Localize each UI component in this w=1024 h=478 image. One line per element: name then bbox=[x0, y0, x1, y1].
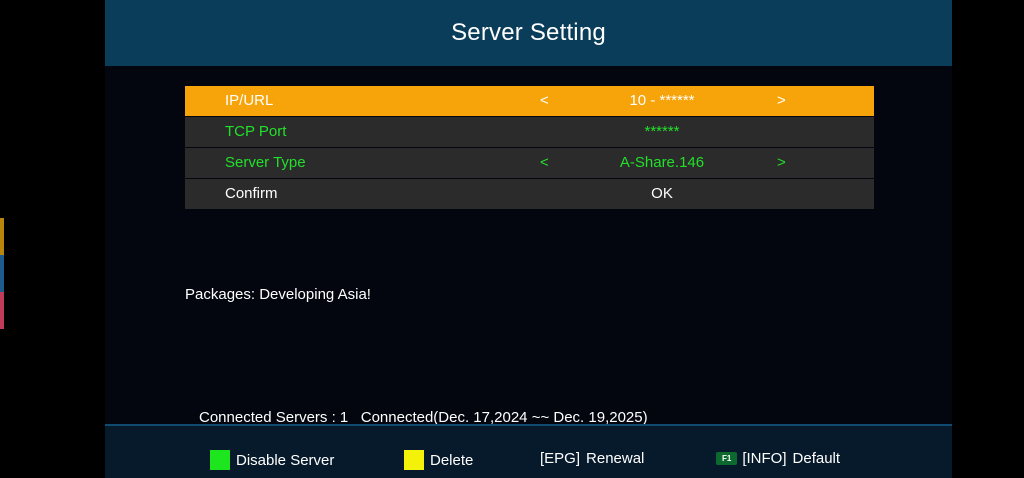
menu-row-tcp-port[interactable]: TCP Port ****** bbox=[185, 117, 874, 147]
header-bar: Server Setting bbox=[105, 0, 952, 66]
ip-url-value[interactable]: 10 - ****** bbox=[572, 92, 752, 109]
packages-text: Packages: Developing Asia! bbox=[185, 286, 371, 303]
server-setting-screen: Server Setting IP/URL < 10 - ****** > TC… bbox=[105, 0, 952, 478]
strip-segment bbox=[0, 292, 4, 329]
page-title: Server Setting bbox=[451, 19, 606, 46]
confirm-label: Confirm bbox=[225, 185, 278, 202]
f1-key-icon: F1 bbox=[716, 452, 738, 465]
disable-server-button[interactable]: Disable Server bbox=[210, 450, 334, 470]
footer-bar: Disable Server Delete [EPG] Renewal F1 [… bbox=[105, 424, 952, 478]
ip-url-label: IP/URL bbox=[225, 92, 274, 109]
delete-button[interactable]: Delete bbox=[404, 450, 473, 470]
strip-segment bbox=[0, 218, 4, 255]
tcp-port-label: TCP Port bbox=[225, 123, 287, 140]
ip-url-next-arrow[interactable]: > bbox=[777, 92, 786, 109]
ip-url-prev-arrow[interactable]: < bbox=[540, 92, 549, 109]
strip-segment bbox=[0, 255, 4, 292]
delete-label: Delete bbox=[430, 451, 474, 469]
server-type-label: Server Type bbox=[225, 154, 306, 171]
yellow-key-icon bbox=[404, 450, 424, 470]
server-type-value[interactable]: A-Share.146 bbox=[572, 154, 752, 171]
renewal-label: Renewal bbox=[586, 450, 645, 467]
confirm-ok-button[interactable]: OK bbox=[572, 185, 752, 202]
green-key-icon bbox=[210, 450, 230, 470]
server-type-prev-arrow[interactable]: < bbox=[540, 154, 549, 171]
default-button[interactable]: F1 [INFO] Default bbox=[716, 450, 840, 467]
menu-row-confirm[interactable]: Confirm OK bbox=[185, 179, 874, 209]
epg-key-label: [EPG] bbox=[540, 450, 581, 467]
tcp-port-value[interactable]: ****** bbox=[572, 123, 752, 140]
renewal-button[interactable]: [EPG] Renewal bbox=[540, 450, 644, 467]
side-color-strip bbox=[0, 218, 4, 330]
settings-menu: IP/URL < 10 - ****** > TCP Port ****** S… bbox=[185, 86, 874, 210]
info-key-label: [INFO] bbox=[742, 450, 787, 467]
default-label: Default bbox=[792, 450, 841, 467]
disable-server-label: Disable Server bbox=[236, 451, 335, 469]
menu-row-ip-url[interactable]: IP/URL < 10 - ****** > bbox=[185, 86, 874, 116]
menu-row-server-type[interactable]: Server Type < A-Share.146 > bbox=[185, 148, 874, 178]
server-type-next-arrow[interactable]: > bbox=[777, 154, 786, 171]
